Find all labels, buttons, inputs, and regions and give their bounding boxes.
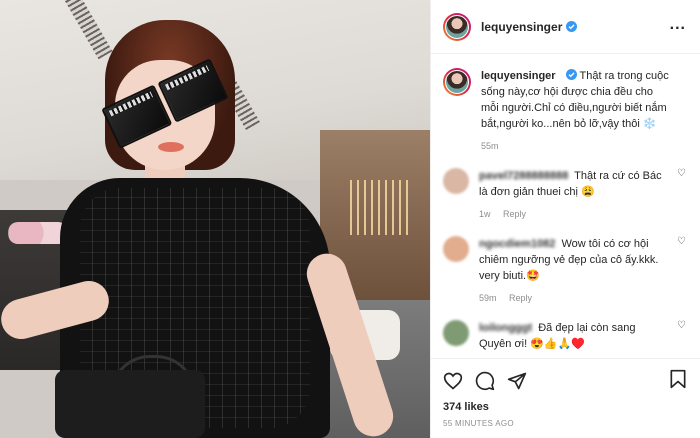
author-avatar[interactable]	[443, 68, 471, 96]
heart-icon[interactable]	[443, 371, 463, 391]
bookmark-icon[interactable]	[668, 369, 688, 389]
more-icon[interactable]: ...	[670, 16, 686, 34]
author-avatar[interactable]	[443, 12, 471, 41]
comment-username[interactable]: pavel7288888888	[479, 170, 568, 182]
comment-like-icon[interactable]: ♡	[677, 320, 686, 331]
comment-item: pavel7288888888 Thật ra cứ có Bác là đơn…	[443, 168, 688, 222]
comment-item: ngocdiem1082 Wow tôi có cơ hội chiêm ngư…	[443, 236, 688, 306]
comment-avatar[interactable]	[443, 236, 469, 262]
post-actions: 374 likes 55 MINUTES AGO	[431, 358, 700, 438]
comment-like-icon[interactable]: ♡	[677, 168, 686, 179]
comment-time: 1w	[479, 209, 491, 219]
share-icon[interactable]	[507, 371, 527, 391]
verified-badge-icon	[565, 69, 577, 80]
comment-item: loilongggt Đã đẹp lại còn sang Quyên ơi!…	[443, 320, 688, 352]
post-photo[interactable]	[0, 0, 430, 438]
post-timestamp: 55 MINUTES AGO	[443, 419, 514, 428]
comment-avatar[interactable]	[443, 168, 469, 194]
likes-count[interactable]: 374 likes	[443, 401, 688, 413]
comment-avatar[interactable]	[443, 320, 469, 346]
comments-list[interactable]: lequyensinger Thật ra trong cuộc sống nà…	[431, 54, 700, 358]
instagram-post: lequyensinger ... lequyensinger Thật ra …	[0, 0, 700, 438]
photo-bag	[55, 370, 205, 438]
photo-lips	[158, 142, 184, 152]
post-sidebar: lequyensinger ... lequyensinger Thật ra …	[430, 0, 700, 438]
caption-time: 55m	[481, 141, 499, 151]
photo-chandelier	[350, 180, 410, 235]
caption: lequyensinger Thật ra trong cuộc sống nà…	[443, 68, 688, 154]
comment-username[interactable]: loilongggt	[479, 322, 532, 334]
comment-like-icon[interactable]: ♡	[677, 236, 686, 247]
comment-icon[interactable]	[475, 371, 495, 391]
post-header: lequyensinger ...	[431, 0, 700, 54]
reply-button[interactable]: Reply	[509, 293, 532, 303]
caption-username[interactable]: lequyensinger	[481, 70, 556, 82]
photo-flowers	[8, 222, 68, 244]
comment-username[interactable]: ngocdiem1082	[479, 238, 555, 250]
verified-badge-icon	[566, 21, 578, 32]
author-username[interactable]: lequyensinger	[481, 20, 562, 34]
reply-button[interactable]: Reply	[503, 209, 526, 219]
comment-time: 59m	[479, 293, 497, 303]
